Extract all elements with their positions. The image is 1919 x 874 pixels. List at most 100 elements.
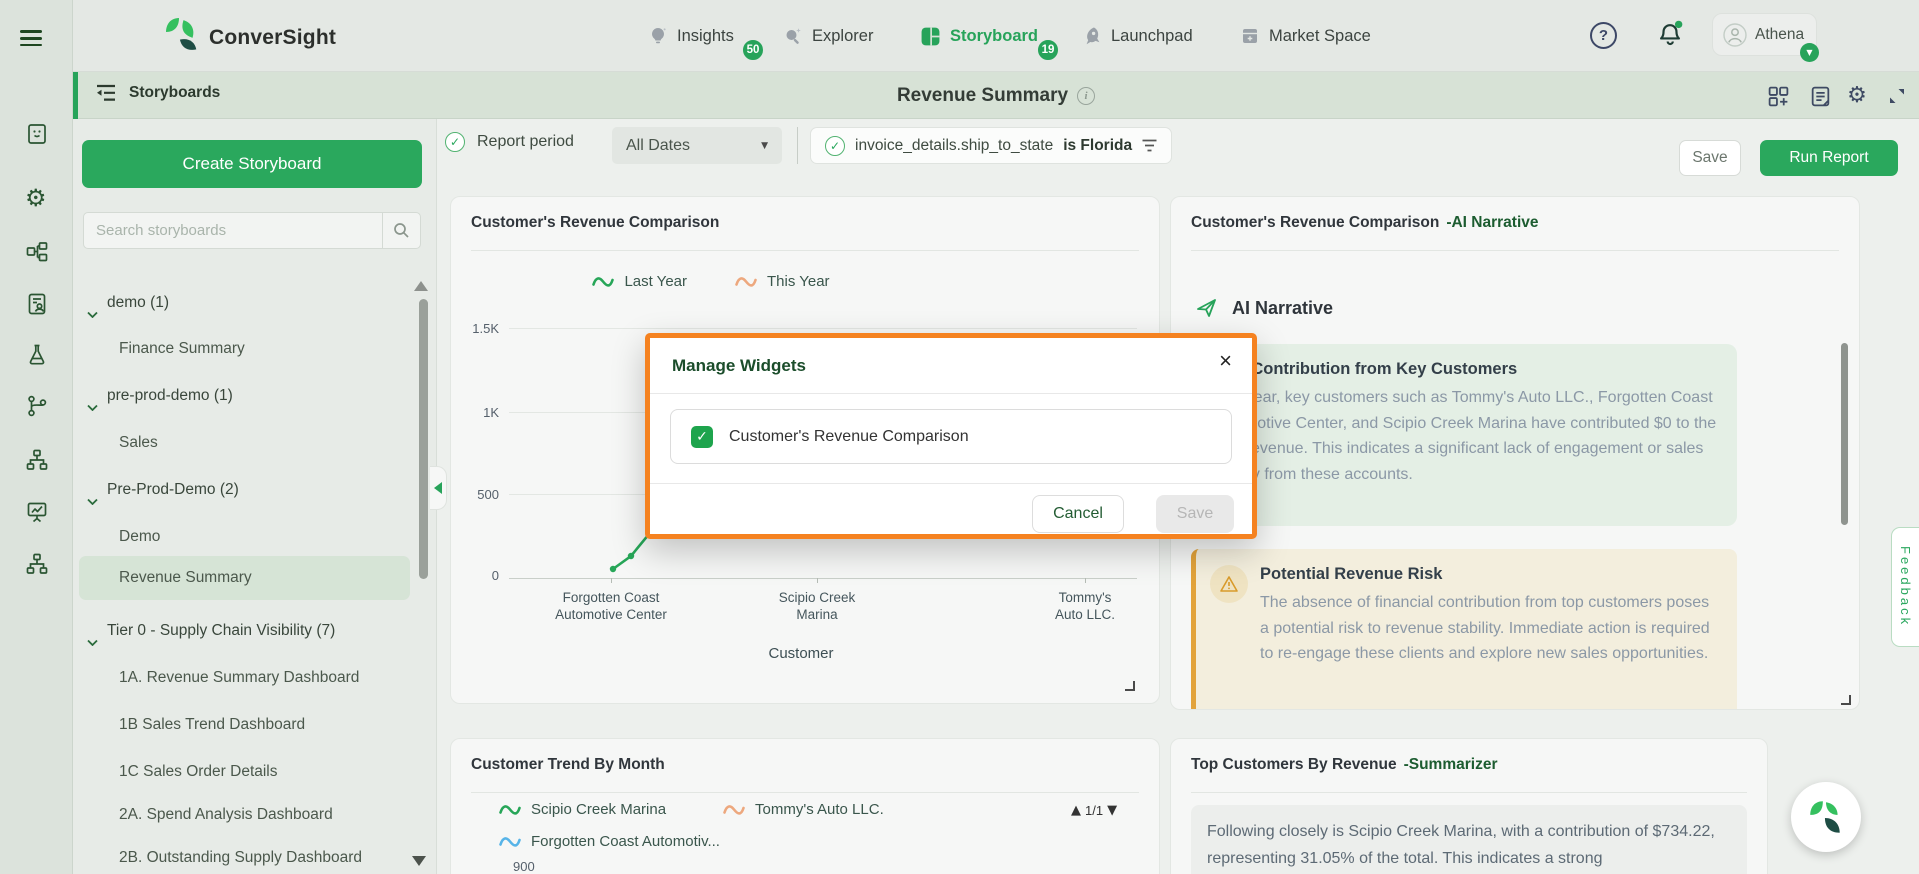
- brand-name: ConverSight: [209, 26, 336, 50]
- sidebar-tree-group-pre-prod-demo-2[interactable]: Pre-Prod-Demo (2): [79, 475, 410, 505]
- filter-funnel-icon[interactable]: [1142, 139, 1157, 152]
- legend-this-year[interactable]: This Year: [735, 273, 830, 290]
- report-period-dropdown[interactable]: All Dates ▼: [612, 127, 782, 164]
- chevron-down-icon: [87, 628, 98, 646]
- chevron-down-icon: [87, 300, 98, 318]
- x-category-forgotten-coast: Forgotten Coast Automotive Center: [526, 589, 696, 623]
- legend-last-year[interactable]: Last Year: [592, 273, 687, 290]
- gridline: [509, 328, 1137, 329]
- sidebar-scroll-up-arrow[interactable]: [414, 281, 428, 291]
- nav-item-market-space[interactable]: Market Space: [1240, 0, 1371, 72]
- pagination-down-arrow[interactable]: ▼: [1107, 803, 1117, 818]
- widget-resize-handle[interactable]: [1125, 681, 1135, 691]
- page-title-wrap: Revenue Summary i: [73, 72, 1919, 119]
- report-period-filter[interactable]: ✓ Report period: [445, 132, 574, 152]
- nav-item-explorer[interactable]: Explorer: [783, 0, 873, 72]
- legend-forgotten-coast[interactable]: Forgotten Coast Automotiv...: [499, 833, 720, 850]
- legend-scipio-creek-marina[interactable]: Scipio Creek Marina: [499, 801, 666, 818]
- run-report-button[interactable]: Run Report: [1760, 140, 1898, 176]
- sidebar-item-1b-sales-trend-dashboard[interactable]: 1B Sales Trend Dashboard: [79, 710, 410, 740]
- save-button[interactable]: Save: [1679, 140, 1741, 176]
- info-icon[interactable]: i: [1077, 87, 1095, 105]
- storyboards-sidebar: Create Storyboard demo (1) Finance Summa…: [73, 119, 437, 874]
- check-circle-icon: ✓: [445, 132, 465, 152]
- sidebar-item-2a-spend-analysis-dashboard[interactable]: 2A. Spend Analysis Dashboard: [79, 800, 410, 830]
- insight-title: Zero Contribution from Key Customers: [1211, 360, 1717, 379]
- ship-to-state-filter-chip[interactable]: ✓ invoice_details.ship_to_state is Flori…: [810, 127, 1172, 164]
- legend-pagination: ▲ 1/1 ▼: [1071, 803, 1117, 818]
- sidebar-collapse-tab[interactable]: [430, 466, 447, 510]
- collapse-left-icon: [434, 482, 442, 494]
- sidebar-item-1c-sales-order-details[interactable]: 1C Sales Order Details: [79, 757, 410, 787]
- widget-divider: [471, 250, 1139, 251]
- create-storyboard-button[interactable]: Create Storyboard: [82, 140, 422, 188]
- sidebar-item-demo[interactable]: Demo: [79, 522, 410, 552]
- git-branch-icon[interactable]: [25, 394, 49, 418]
- add-widget-button[interactable]: [1766, 84, 1790, 108]
- expand-button[interactable]: [1885, 84, 1909, 108]
- close-icon[interactable]: ×: [1219, 348, 1232, 374]
- assistant-chat-button[interactable]: [1791, 782, 1861, 852]
- flask-icon[interactable]: [25, 343, 49, 367]
- narrative-scrollbar-thumb[interactable]: [1841, 343, 1848, 525]
- grid-plus-icon: [1767, 85, 1790, 108]
- nav-item-insights[interactable]: Insights: [648, 0, 734, 72]
- sidebar-tree-group-demo[interactable]: demo (1): [79, 288, 410, 318]
- risk-title: Potential Revenue Risk: [1260, 565, 1719, 584]
- presentation-chart-icon[interactable]: [25, 500, 49, 524]
- sidebar-tree-group-pre-prod-demo[interactable]: pre-prod-demo (1): [79, 381, 410, 411]
- lightbulb-icon: [648, 26, 668, 46]
- logbook-icon[interactable]: [25, 122, 49, 146]
- storyboard-grid-icon: [920, 26, 941, 47]
- x-category-tommys: Tommy's Auto LLC.: [1000, 589, 1170, 623]
- conversight-leaf-icon: [1807, 797, 1845, 837]
- notifications-button[interactable]: [1656, 20, 1684, 55]
- widget-checkbox-row[interactable]: ✓ Customer's Revenue Comparison: [670, 409, 1232, 464]
- storyboard-count-badge: 19: [1036, 38, 1060, 62]
- summarizer-body: Following closely is Scipio Creek Marina…: [1191, 805, 1747, 874]
- nav-item-storyboard[interactable]: Storyboard: [920, 0, 1038, 72]
- widget-divider: [471, 792, 1139, 793]
- save-button-disabled[interactable]: Save: [1156, 495, 1234, 533]
- search-sparkle-icon: [783, 26, 803, 46]
- user-status-caret: ▼: [1800, 43, 1819, 62]
- conversight-logo[interactable]: ConverSight: [165, 16, 336, 59]
- pagination-up-arrow[interactable]: ▲: [1071, 803, 1081, 818]
- note-icon: [1809, 85, 1832, 108]
- sidebar-item-revenue-summary[interactable]: Revenue Summary: [79, 556, 410, 600]
- sidebar-item-sales[interactable]: Sales: [79, 428, 410, 458]
- search-input[interactable]: [84, 213, 382, 248]
- sitemap-icon[interactable]: [25, 448, 49, 472]
- avatar-icon: [1723, 23, 1747, 47]
- storyboard-search: [83, 212, 421, 249]
- search-button[interactable]: [382, 213, 420, 248]
- notes-button[interactable]: [1808, 84, 1832, 108]
- widget-resize-handle[interactable]: [1841, 695, 1851, 705]
- sidebar-item-finance-summary[interactable]: Finance Summary: [79, 334, 410, 364]
- rocket-icon: [1082, 26, 1102, 46]
- legend-tommys-auto[interactable]: Tommy's Auto LLC.: [723, 801, 884, 818]
- sidebar-tree-group-tier0[interactable]: Tier 0 - Supply Chain Visibility (7): [79, 616, 410, 646]
- sidebar-item-2b-outstanding-supply-dashboard[interactable]: 2B. Outstanding Supply Dashboard: [79, 843, 410, 873]
- cancel-button[interactable]: Cancel: [1032, 495, 1124, 533]
- checkbox-checked-icon[interactable]: ✓: [691, 426, 713, 448]
- filterbar-divider: [797, 127, 798, 164]
- help-button[interactable]: ?: [1590, 22, 1617, 49]
- hamburger-menu-button[interactable]: [20, 26, 42, 51]
- widget-title: Customer's Revenue Comparison: [471, 214, 719, 232]
- sidebar-item-1a-revenue-summary-dashboard[interactable]: 1A. Revenue Summary Dashboard: [79, 663, 410, 693]
- settings-button[interactable]: ⚙: [1845, 84, 1869, 108]
- feedback-tab[interactable]: Feedback: [1891, 527, 1919, 647]
- warning-badge: [1210, 565, 1248, 603]
- sidebar-scrollbar-thumb[interactable]: [419, 299, 428, 579]
- document-person-icon[interactable]: [25, 292, 49, 316]
- hierarchy-icon[interactable]: [25, 552, 49, 576]
- widget-top-customers-summarizer: Top Customers By Revenue-Summarizer Foll…: [1170, 738, 1768, 874]
- sidebar-scroll-down-arrow[interactable]: [412, 856, 426, 866]
- nav-item-launchpad[interactable]: Launchpad: [1082, 0, 1193, 72]
- wave-icon: [499, 835, 521, 848]
- user-menu[interactable]: Athena ▼: [1712, 13, 1817, 56]
- workflow-icon[interactable]: [25, 240, 49, 264]
- x-tick: [817, 578, 818, 583]
- settings-rail-icon[interactable]: ⚙: [25, 184, 49, 208]
